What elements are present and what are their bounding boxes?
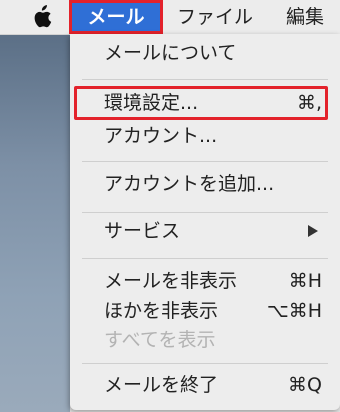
menu-item-label: アカウント... [104, 125, 218, 147]
menu-item-about-mail[interactable]: メールについて [70, 36, 340, 70]
shortcut-label: ⌘H [288, 270, 322, 292]
menu-item-hide-mail[interactable]: メールを非表示 ⌘H [70, 264, 340, 298]
menu-item-label: すべてを表示 [104, 329, 216, 351]
menu-separator [82, 79, 328, 80]
menu-item-label: アカウントを追加... [104, 173, 275, 195]
desktop-wallpaper [0, 34, 70, 412]
mail-dropdown-menu: メールについて 環境設定... ⌘, アカウント... アカウントを追加... … [70, 34, 340, 410]
menu-separator [82, 212, 328, 213]
mail-menu[interactable]: メール [69, 0, 163, 34]
apple-icon[interactable] [32, 5, 52, 29]
menu-separator [82, 258, 328, 259]
menu-item-quit-mail[interactable]: メールを終了 ⌘Q [70, 368, 340, 402]
file-menu[interactable]: ファイル [177, 0, 253, 34]
menu-item-show-all: すべてを表示 [70, 323, 340, 357]
menu-item-accounts[interactable]: アカウント... [70, 119, 340, 153]
menu-separator [82, 161, 328, 162]
highlight-box [74, 86, 328, 120]
menu-item-label: メールを終了 [104, 374, 219, 396]
menu-bar: メール ファイル 編集 [0, 0, 340, 35]
menu-item-label: メールを非表示 [104, 270, 238, 292]
submenu-arrow-icon [308, 225, 318, 237]
shortcut-label: ⌘Q [288, 374, 322, 396]
menu-item-services[interactable]: サービス [70, 214, 340, 248]
menu-separator [82, 363, 328, 364]
menu-item-add-account[interactable]: アカウントを追加... [70, 167, 340, 201]
menu-item-label: サービス [104, 220, 181, 242]
edit-menu[interactable]: 編集 [286, 0, 324, 34]
menu-item-label: メールについて [104, 42, 237, 64]
